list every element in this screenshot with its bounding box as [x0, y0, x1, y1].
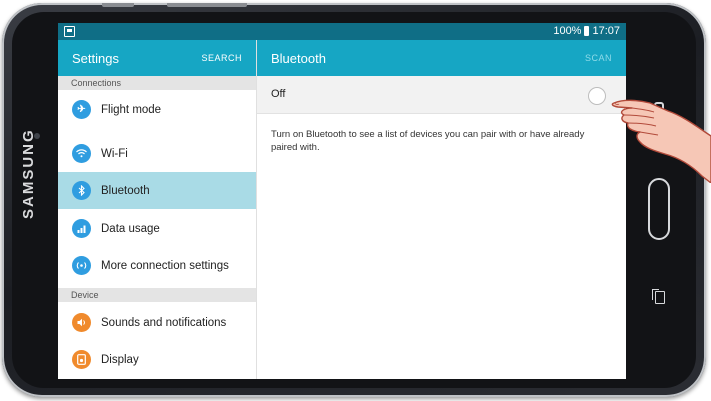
- section-header-device: Device: [58, 288, 256, 302]
- settings-item-label: Data usage: [101, 222, 160, 235]
- home-button[interactable]: [648, 178, 670, 240]
- display-icon: [72, 350, 91, 369]
- airplane-icon: ✈: [72, 100, 91, 119]
- battery-icon: [584, 26, 590, 36]
- settings-item-bluetooth[interactable]: Bluetooth: [58, 172, 256, 209]
- settings-item-display[interactable]: Display: [58, 341, 256, 378]
- bluetooth-app-bar: Bluetooth SCAN: [257, 40, 626, 76]
- settings-item-label: Bluetooth: [101, 184, 150, 197]
- section-header-connections: Connections: [58, 76, 256, 90]
- sound-icon: [72, 313, 91, 332]
- status-bar: 100% 17:07: [58, 23, 626, 40]
- screen: 100% 17:07 Settings SEARCH Connections ✈…: [58, 23, 626, 379]
- settings-item-label: Display: [101, 353, 139, 366]
- settings-title: Settings: [72, 51, 119, 66]
- bluetooth-toggle-row[interactable]: Off: [257, 76, 626, 114]
- pointing-hand-icon: [611, 99, 711, 183]
- settings-item-label: Flight mode: [101, 103, 162, 116]
- more-connections-icon: [72, 256, 91, 275]
- settings-item-more-connections[interactable]: More connection settings: [58, 247, 256, 284]
- wifi-icon: [72, 144, 91, 163]
- settings-item-label: Wi-Fi: [101, 147, 128, 160]
- settings-item-label: Sounds and notifications: [101, 316, 227, 329]
- battery-percent: 100%: [553, 25, 582, 37]
- brand-logo: SAMSUNG: [20, 128, 37, 219]
- volume-button: [102, 3, 134, 7]
- gallery-notification-icon: [64, 26, 75, 37]
- settings-item-label: More connection settings: [101, 259, 229, 272]
- settings-app-bar: Settings SEARCH: [58, 40, 256, 76]
- settings-item-sounds[interactable]: Sounds and notifications: [58, 304, 256, 341]
- bluetooth-icon: [72, 181, 91, 200]
- settings-item-data-usage[interactable]: Data usage: [58, 210, 256, 247]
- bluetooth-detail-panel: Off Turn on Bluetooth to see a list of d…: [257, 76, 626, 379]
- power-button: [167, 3, 247, 7]
- search-button[interactable]: SEARCH: [201, 53, 242, 63]
- back-key-icon[interactable]: [652, 289, 665, 304]
- settings-item-wifi[interactable]: Wi-Fi: [58, 135, 256, 172]
- scan-button[interactable]: SCAN: [585, 53, 612, 63]
- bluetooth-state-label: Off: [271, 88, 286, 100]
- bluetooth-description: Turn on Bluetooth to see a list of devic…: [271, 129, 585, 153]
- settings-item-flight-mode[interactable]: ✈ Flight mode: [58, 91, 256, 128]
- clock: 17:07: [592, 25, 620, 37]
- data-usage-icon: [72, 219, 91, 238]
- bluetooth-title: Bluetooth: [271, 51, 326, 66]
- bluetooth-toggle-switch[interactable]: [588, 87, 606, 105]
